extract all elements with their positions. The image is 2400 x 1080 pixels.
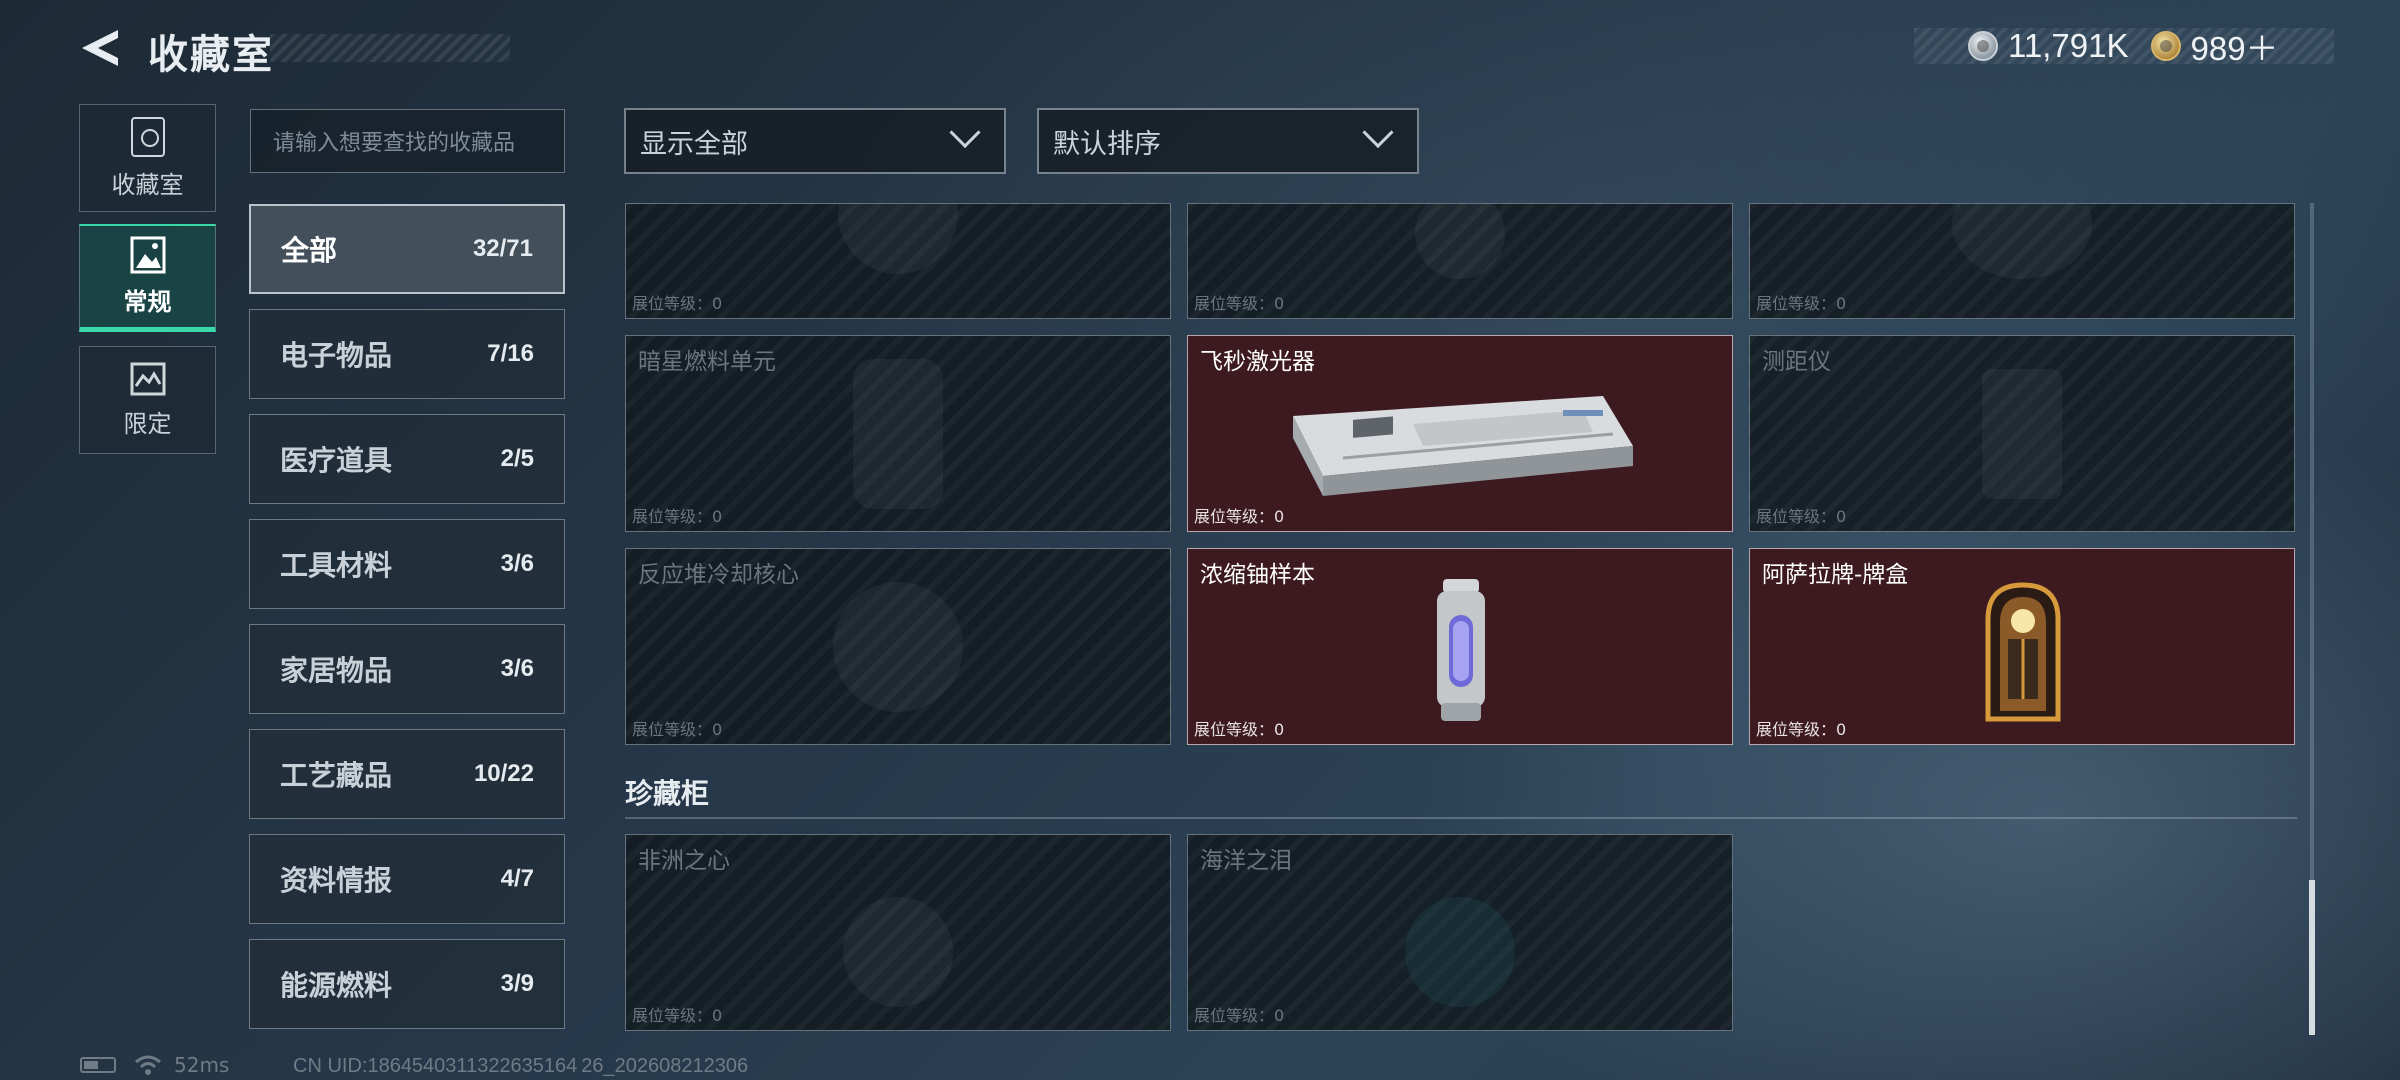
femtosecond-laser-image bbox=[1293, 396, 1633, 496]
section-title-treasure-cabinet: 珍藏柜 bbox=[625, 777, 710, 810]
category-label: 医疗道具 bbox=[280, 444, 393, 477]
gold-amount[interactable]: 989＋ bbox=[2191, 22, 2279, 70]
collection-card[interactable]: 展位等级：0 bbox=[625, 203, 1171, 319]
limited-gallery-icon bbox=[130, 362, 165, 395]
picture-icon bbox=[130, 236, 165, 274]
item-name: 暗星燃料单元 bbox=[638, 349, 776, 375]
chevron-down-icon bbox=[949, 116, 981, 149]
item-name: 浓缩铀样本 bbox=[1200, 562, 1315, 588]
silver-amount: 11,791K bbox=[2008, 27, 2129, 64]
scrollbar-thumb[interactable] bbox=[2309, 880, 2315, 1035]
display-filter-value: 显示全部 bbox=[640, 128, 748, 160]
status-bar: 52ms bbox=[80, 1053, 229, 1077]
gold-coin-icon bbox=[2150, 31, 2181, 61]
booth-level: 展位等级：0 bbox=[632, 294, 723, 313]
card-box-image bbox=[1985, 582, 2061, 722]
item-silhouette bbox=[1405, 897, 1515, 1007]
item-silhouette bbox=[1982, 368, 2062, 499]
item-silhouette bbox=[1415, 204, 1505, 279]
collection-card[interactable]: 展位等级：0 bbox=[1749, 203, 2295, 319]
category-all[interactable]: 全部 32/71 bbox=[249, 204, 565, 294]
category-count: 7/16 bbox=[487, 340, 534, 367]
collection-card[interactable]: 暗星燃料单元 展位等级：0 bbox=[625, 335, 1171, 532]
booth-level: 展位等级：0 bbox=[632, 1006, 723, 1025]
booth-level: 展位等级：0 bbox=[1756, 507, 1847, 526]
category-count: 4/7 bbox=[500, 865, 534, 892]
category-count: 10/22 bbox=[473, 760, 534, 787]
booth-level: 展位等级：0 bbox=[1756, 294, 1847, 313]
page-title: 收藏室 bbox=[148, 32, 274, 78]
category-label: 全部 bbox=[281, 234, 338, 267]
search-input[interactable]: 请输入想要查找的收藏品 bbox=[250, 109, 565, 173]
battery-icon bbox=[80, 1057, 116, 1073]
category-count: 2/5 bbox=[500, 445, 534, 472]
wifi-icon bbox=[135, 1055, 161, 1075]
category-label: 能源燃料 bbox=[280, 969, 393, 1002]
category-label: 资料情报 bbox=[280, 864, 393, 897]
item-name: 阿萨拉牌-牌盒 bbox=[1762, 562, 1909, 588]
collection-card[interactable]: 展位等级：0 bbox=[1187, 203, 1733, 319]
item-silhouette bbox=[843, 897, 953, 1007]
category-count: 32/71 bbox=[472, 235, 533, 262]
nav-regular[interactable]: 常规 bbox=[79, 224, 216, 332]
nav-limited[interactable]: 限定 bbox=[79, 346, 216, 454]
category-intel[interactable]: 资料情报 4/7 bbox=[249, 834, 565, 924]
booth-level: 展位等级：0 bbox=[632, 507, 723, 526]
silver-coin-icon bbox=[1968, 31, 1998, 61]
collection-card[interactable]: 测距仪 展位等级：0 bbox=[1749, 335, 2295, 532]
chevron-down-icon bbox=[1362, 116, 1394, 149]
nav-label: 限定 bbox=[123, 409, 172, 438]
item-name: 测距仪 bbox=[1762, 349, 1831, 375]
booth-level: 展位等级：0 bbox=[1194, 507, 1285, 526]
sort-value: 默认排序 bbox=[1053, 128, 1161, 160]
display-filter-select[interactable]: 显示全部 bbox=[624, 108, 1006, 174]
item-name: 反应堆冷却核心 bbox=[638, 562, 799, 588]
item-silhouette bbox=[853, 358, 943, 509]
collection-card[interactable]: 海洋之泪 展位等级：0 bbox=[1187, 834, 1733, 1031]
category-label: 电子物品 bbox=[280, 339, 393, 372]
vault-icon bbox=[130, 116, 165, 157]
divider bbox=[625, 817, 2297, 819]
collection-card[interactable]: 阿萨拉牌-牌盒 展位等级：0 bbox=[1749, 548, 2295, 745]
uranium-sample-image bbox=[1437, 579, 1485, 721]
collection-card[interactable]: 反应堆冷却核心 展位等级：0 bbox=[625, 548, 1171, 745]
category-count: 3/6 bbox=[500, 655, 534, 682]
back-arrow-icon[interactable] bbox=[78, 26, 122, 70]
item-silhouette bbox=[1952, 204, 2092, 279]
category-crafts[interactable]: 工艺藏品 10/22 bbox=[249, 729, 565, 819]
category-count: 3/9 bbox=[500, 970, 534, 997]
category-electronics[interactable]: 电子物品 7/16 bbox=[249, 309, 565, 399]
collection-card[interactable]: 飞秒激光器 展位等级：0 bbox=[1187, 335, 1733, 532]
nav-label: 常规 bbox=[123, 288, 172, 316]
booth-level: 展位等级：0 bbox=[1194, 720, 1285, 739]
item-name: 飞秒激光器 bbox=[1200, 349, 1315, 375]
item-name: 非洲之心 bbox=[638, 848, 730, 874]
ping-value: 52ms bbox=[174, 1053, 230, 1077]
user-uid: CN UID:1864540311322635164 26_2026082123… bbox=[293, 1055, 749, 1077]
title-decoration bbox=[270, 34, 510, 62]
category-count: 3/6 bbox=[500, 550, 534, 577]
booth-level: 展位等级：0 bbox=[1194, 294, 1285, 313]
collection-card[interactable]: 浓缩铀样本 展位等级：0 bbox=[1187, 548, 1733, 745]
category-label: 工艺藏品 bbox=[280, 759, 393, 792]
currency-bar: 11,791K 989＋ bbox=[1914, 27, 2334, 67]
collection-card[interactable]: 非洲之心 展位等级：0 bbox=[625, 834, 1171, 1031]
category-label: 工具材料 bbox=[280, 549, 393, 582]
item-name: 海洋之泪 bbox=[1200, 848, 1292, 874]
nav-label: 收藏室 bbox=[111, 170, 184, 199]
category-label: 家居物品 bbox=[280, 654, 393, 687]
sort-select[interactable]: 默认排序 bbox=[1037, 108, 1419, 174]
booth-level: 展位等级：0 bbox=[632, 720, 723, 739]
booth-level: 展位等级：0 bbox=[1756, 720, 1847, 739]
category-household[interactable]: 家居物品 3/6 bbox=[249, 624, 565, 714]
item-silhouette bbox=[833, 581, 963, 712]
booth-level: 展位等级：0 bbox=[1194, 1006, 1285, 1025]
category-medical[interactable]: 医疗道具 2/5 bbox=[249, 414, 565, 504]
item-silhouette bbox=[838, 204, 958, 274]
category-tools[interactable]: 工具材料 3/6 bbox=[249, 519, 565, 609]
nav-collection-room[interactable]: 收藏室 bbox=[79, 104, 216, 212]
category-energy[interactable]: 能源燃料 3/9 bbox=[249, 939, 565, 1029]
